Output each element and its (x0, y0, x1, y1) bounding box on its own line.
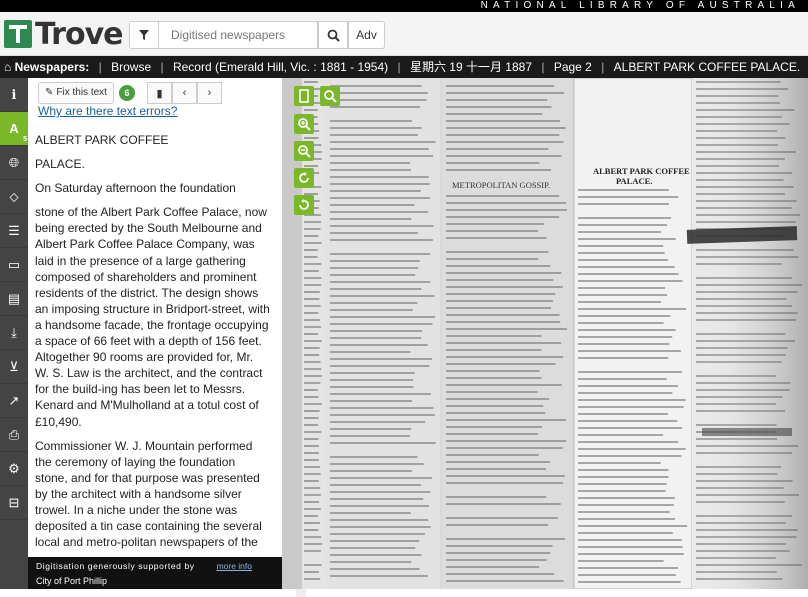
zoom-fit-icon[interactable] (320, 86, 340, 106)
trove-logo-icon (4, 20, 32, 48)
breadcrumb-sep: | (160, 56, 163, 78)
page-image-viewer[interactable]: METROPOLITAN GOSSIP. ALBERT PARK COFFEE … (282, 78, 808, 589)
breadcrumb-sep: | (601, 56, 604, 78)
more-info-link[interactable]: more info (217, 561, 252, 571)
article-line: ALBERT PARK COFFEE (35, 132, 270, 148)
article-line: PALACE. (35, 156, 270, 172)
next-icon[interactable]: › (197, 82, 222, 104)
article-line: On Saturday afternoon the foundation (35, 180, 270, 196)
globe-icon[interactable]: 🌐︎ (0, 146, 28, 180)
digitisation-banner: Digitisation generously supported by mor… (28, 557, 282, 589)
article-body: ALBERT PARK COFFEE PALACE. On Saturday a… (35, 132, 270, 552)
folder-icon[interactable]: ▤ (0, 282, 28, 316)
pencil-icon: ✎ (45, 83, 53, 103)
article-paragraph: Commissioner W. J. Mountain performed th… (35, 438, 270, 552)
digitisation-text: Digitisation generously supported by (36, 561, 195, 571)
article-paragraph: stone of the Albert Park Coffee Palace, … (35, 204, 270, 429)
text-icon-sub: 5 (23, 136, 27, 143)
info-icon[interactable]: ℹ (0, 78, 28, 112)
logo-text: Trove (35, 17, 122, 52)
search-input[interactable]: Digitised newspapers (159, 21, 318, 49)
breadcrumb-item[interactable]: 星期六 19 十一月 1887 (410, 56, 532, 78)
list-icon[interactable]: ☰ (0, 214, 28, 248)
sidebar: ℹ A5 🌐︎ ⬦ ☰ ▭ ▤ ⤓ ⊻ ↗ ⎙ ⚙ ⊟ (0, 78, 28, 589)
article-text-panel: ✎ Fix this text 6 ▮ ‹ › Why are there te… (28, 78, 282, 589)
page-icon (297, 89, 311, 103)
newspaper-scan: METROPOLITAN GOSSIP. ALBERT PARK COFFEE … (282, 78, 808, 589)
header: Trove Digitised newspapers Adv (0, 12, 808, 56)
print-icon[interactable]: ⎙ (0, 418, 28, 452)
zoom-in-glyph (297, 117, 311, 131)
advanced-search-button[interactable]: Adv (348, 21, 385, 49)
top-bar: NATIONAL LIBRARY OF AUSTRALIA (0, 0, 808, 12)
breadcrumb-item[interactable]: Page 2 (554, 56, 592, 78)
collapse-icon[interactable]: ⊟ (0, 486, 28, 520)
scan-headline-gossip: METROPOLITAN GOSSIP. (452, 180, 550, 190)
download-icon[interactable]: ⤓ (0, 316, 28, 350)
filter-button[interactable] (129, 21, 159, 49)
cart-icon[interactable]: ⊻ (0, 350, 28, 384)
correction-count-badge: 6 (119, 85, 135, 101)
article-nav: ▮ ‹ › (147, 82, 222, 104)
zoom-in-icon[interactable] (294, 114, 314, 134)
text-icon-label: A (9, 121, 18, 136)
previous-icon[interactable]: ‹ (172, 82, 197, 104)
page-icon[interactable]: ▮ (147, 82, 172, 104)
org-name: NATIONAL LIBRARY OF AUSTRALIA (481, 0, 800, 12)
breadcrumb: ⌂ Newspapers: | Browse | Record (Emerald… (0, 56, 808, 78)
search-button[interactable] (318, 21, 348, 49)
breadcrumb-home[interactable]: Newspapers: (15, 56, 90, 78)
breadcrumb-sep: | (541, 56, 544, 78)
fit-page-icon[interactable] (294, 86, 314, 106)
breadcrumb-item[interactable]: Browse (111, 56, 151, 78)
filter-icon (138, 29, 150, 41)
why-text-errors-link[interactable]: Why are there text errors? (38, 104, 177, 118)
breadcrumb-sep: | (397, 56, 400, 78)
fix-text-button[interactable]: ✎ Fix this text (38, 82, 114, 104)
tag-icon[interactable]: ⬦ (0, 180, 28, 214)
trove-logo[interactable]: Trove (4, 18, 122, 50)
scan-headline-albert: ALBERT PARK COFFEE (593, 166, 690, 176)
share-icon[interactable]: ↗ (0, 384, 28, 418)
sponsor-name: City of Port Phillip (36, 576, 107, 586)
magnifier-icon (323, 89, 337, 103)
text-toolbar: ✎ Fix this text 6 ▮ ‹ › (38, 82, 222, 104)
fix-text-label: Fix this text (56, 83, 107, 103)
scan-headline-palace: PALACE. (616, 176, 652, 186)
zoom-out-glyph (297, 144, 311, 158)
rotate-ccw-glyph (297, 198, 311, 212)
breadcrumb-item[interactable]: ALBERT PARK COFFEE PALACE. (614, 56, 801, 78)
text-icon[interactable]: A5 (0, 112, 28, 146)
rotate-left-icon[interactable] (294, 195, 314, 215)
breadcrumb-sep: | (99, 56, 102, 78)
home-icon[interactable]: ⌂ (4, 56, 11, 78)
search-icon (327, 29, 340, 42)
breadcrumb-item[interactable]: Record (Emerald Hill, Vic. : 1881 - 1954… (173, 56, 388, 78)
zoom-out-icon[interactable] (294, 141, 314, 161)
gear-icon[interactable]: ⚙ (0, 452, 28, 486)
rotate-right-icon[interactable] (294, 168, 314, 188)
rotate-cw-glyph (297, 171, 311, 185)
comment-icon[interactable]: ▭ (0, 248, 28, 282)
